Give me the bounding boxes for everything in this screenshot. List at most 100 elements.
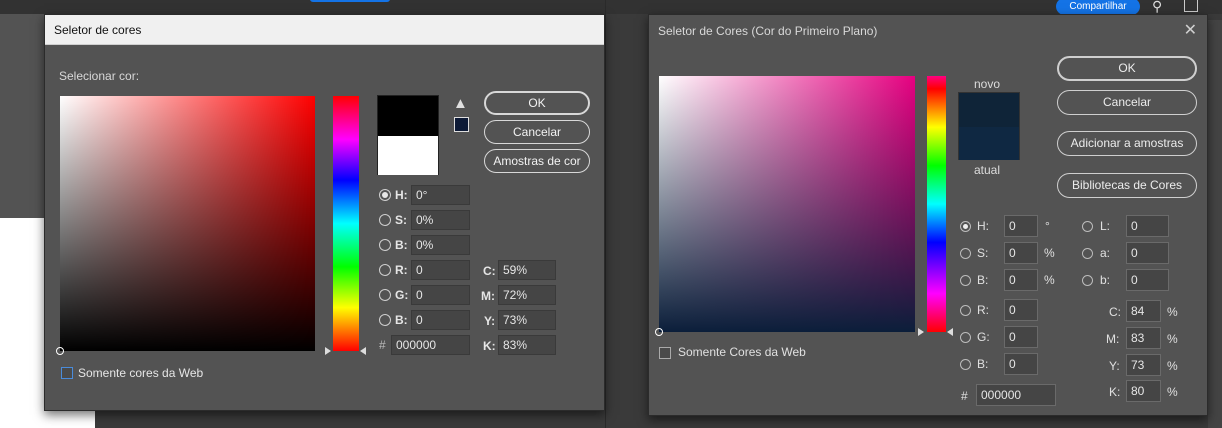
input-k[interactable]: 83% [498, 335, 556, 355]
rgb-b-row[interactable]: B: [379, 310, 408, 330]
label-r: R: [395, 263, 408, 277]
hue-slider-handle-left[interactable] [325, 347, 331, 355]
current-color-swatch[interactable] [378, 136, 438, 175]
search-icon[interactable]: ⚲ [1152, 0, 1162, 15]
hex-input[interactable]: 000000 [976, 384, 1056, 406]
input-y[interactable]: 73 [1126, 354, 1161, 376]
label-m: M: [481, 289, 495, 303]
radio-a[interactable] [1082, 248, 1093, 259]
unit-m: % [1167, 332, 1178, 346]
warning-icon[interactable]: ▲ [453, 95, 468, 112]
radio-b[interactable] [379, 239, 391, 251]
input-b[interactable]: 0 [1004, 269, 1038, 291]
hue-slider[interactable] [333, 96, 359, 351]
input-h[interactable]: 0 [1004, 215, 1038, 237]
input-rgb-b[interactable]: 0 [411, 310, 470, 330]
app-left-panel [0, 14, 44, 218]
radio-h[interactable] [960, 221, 971, 232]
input-h[interactable]: 0° [411, 185, 470, 205]
label-g: G: [977, 330, 990, 344]
color-field[interactable] [655, 76, 915, 336]
input-y[interactable]: 73% [498, 310, 556, 330]
label-c: C: [1109, 305, 1121, 319]
input-r[interactable]: 0 [411, 260, 470, 280]
input-c[interactable]: 59% [498, 260, 556, 280]
label-r: R: [977, 303, 989, 317]
input-l[interactable]: 0 [1126, 215, 1169, 237]
hsb-b-row[interactable]: B: [379, 235, 408, 255]
radio-rgb-b[interactable] [379, 314, 391, 326]
input-r[interactable]: 0 [1004, 299, 1038, 321]
color-field-marker[interactable] [655, 328, 663, 336]
panel-divider [605, 0, 606, 428]
hue-slider[interactable] [927, 76, 946, 332]
label-b: B: [395, 238, 408, 252]
hex-label: # [961, 389, 968, 403]
share-button[interactable]: Compartilhar [1056, 0, 1140, 15]
color-swatches-button[interactable]: Amostras de cor [484, 149, 590, 173]
hex-input[interactable]: 000000 [391, 335, 470, 355]
radio-b[interactable] [960, 275, 971, 286]
color-field-marker[interactable] [56, 347, 64, 355]
radio-r[interactable] [960, 305, 971, 316]
label-h: H: [395, 188, 408, 202]
cancel-button[interactable]: Cancelar [1057, 90, 1197, 115]
radio-s[interactable] [379, 214, 391, 226]
app-right-panel [1208, 20, 1222, 428]
label-g: G: [395, 288, 409, 302]
cube-icon[interactable] [454, 117, 469, 132]
input-g[interactable]: 0 [411, 285, 470, 305]
input-s[interactable]: 0 [1004, 242, 1038, 264]
input-g[interactable]: 0 [1004, 326, 1038, 348]
input-m[interactable]: 72% [498, 285, 556, 305]
radio-r[interactable] [379, 264, 391, 276]
new-color-swatch [959, 93, 1019, 127]
label-y: Y: [484, 314, 496, 328]
radio-g[interactable] [379, 289, 391, 301]
input-lab-b[interactable]: 0 [1126, 269, 1169, 291]
ok-button[interactable]: OK [1057, 56, 1197, 81]
color-field[interactable] [56, 96, 315, 355]
color-libraries-button[interactable]: Bibliotecas de Cores [1057, 173, 1197, 198]
radio-l[interactable] [1082, 221, 1093, 232]
hsb-s-row[interactable]: S: [379, 210, 407, 230]
window-layout-icon[interactable] [1184, 0, 1198, 12]
input-a[interactable]: 0 [1126, 242, 1169, 264]
input-c[interactable]: 84 [1126, 300, 1161, 322]
input-s[interactable]: 0% [411, 210, 470, 230]
web-colors-checkbox[interactable] [659, 347, 671, 359]
radio-lab-b[interactable] [1082, 275, 1093, 286]
radio-s[interactable] [960, 248, 971, 259]
add-to-swatches-button[interactable]: Adicionar a amostras [1057, 131, 1197, 156]
radio-rgb-b[interactable] [960, 359, 971, 370]
radio-h[interactable] [379, 189, 391, 201]
current-color-swatch[interactable] [959, 127, 1019, 160]
unit-b: % [1044, 273, 1055, 287]
web-colors-label[interactable]: Somente cores da Web [78, 366, 203, 380]
rgb-g-row[interactable]: G: [379, 285, 408, 305]
hue-slider-handle-right[interactable] [360, 347, 366, 355]
input-k[interactable]: 80 [1126, 380, 1161, 402]
unit-y: % [1167, 359, 1178, 373]
hsb-h-row[interactable]: H: [379, 185, 408, 205]
web-colors-label[interactable]: Somente Cores da Web [678, 345, 806, 359]
ok-button[interactable]: OK [484, 91, 590, 115]
hue-slider-handle-right[interactable] [947, 328, 953, 336]
label-m: M: [1106, 332, 1120, 346]
label-l: L: [1100, 219, 1111, 233]
web-colors-checkbox[interactable] [61, 367, 73, 379]
close-icon[interactable]: ✕ [1184, 20, 1197, 40]
color-preview [958, 92, 1020, 160]
label-s: S: [395, 213, 407, 227]
input-b[interactable]: 0% [411, 235, 470, 255]
label-a: a: [1100, 246, 1111, 260]
unit-s: % [1044, 246, 1055, 260]
hex-label: # [379, 338, 386, 352]
input-rgb-b[interactable]: 0 [1004, 353, 1038, 375]
hue-slider-handle-left[interactable] [918, 328, 924, 336]
rgb-r-row[interactable]: R: [379, 260, 408, 280]
radio-g[interactable] [960, 332, 971, 343]
cancel-button[interactable]: Cancelar [484, 120, 590, 144]
unit-c: % [1167, 305, 1178, 319]
input-m[interactable]: 83 [1126, 327, 1161, 349]
